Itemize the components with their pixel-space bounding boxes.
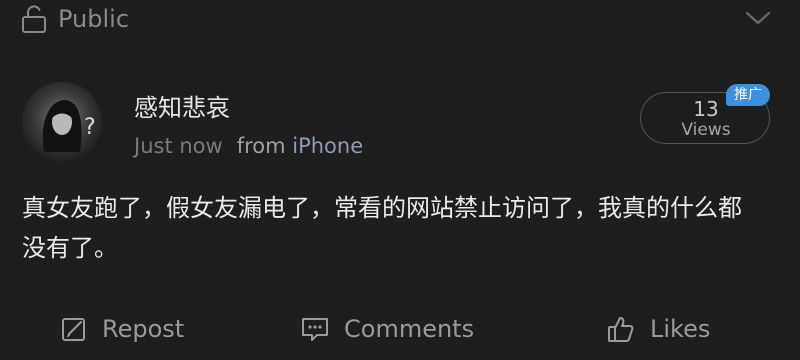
visibility-selector[interactable]: Public <box>20 2 129 36</box>
repost-label: Repost <box>102 315 185 343</box>
comments-label: Comments <box>344 315 475 343</box>
views-label: Views <box>681 120 731 140</box>
post-source: from iPhone <box>237 134 363 158</box>
source-prefix: from <box>236 134 286 158</box>
action-bar: Repost Comments Likes <box>0 308 800 350</box>
post-meta: Just now from iPhone <box>134 134 363 158</box>
unlock-icon <box>20 4 48 34</box>
promote-badge[interactable]: 推广 <box>726 84 770 106</box>
chevron-down-icon <box>744 9 772 27</box>
repost-button[interactable]: Repost <box>60 308 184 350</box>
likes-button[interactable]: Likes <box>606 308 710 350</box>
visibility-label: Public <box>58 5 130 33</box>
source-name[interactable]: iPhone <box>292 134 363 158</box>
author-name[interactable]: 感知悲哀 <box>134 88 230 123</box>
post-time: Just now <box>134 134 223 158</box>
comment-icon <box>300 315 330 343</box>
repost-icon <box>60 315 88 343</box>
likes-label: Likes <box>650 315 711 343</box>
thumbs-up-icon <box>606 314 636 344</box>
post-content: 真女友跑了，假女友漏电了，常看的网站禁止访问了，我真的什么都没有了。 <box>22 194 742 262</box>
svg-text:?: ? <box>84 115 96 140</box>
comments-button[interactable]: Comments <box>300 308 474 350</box>
expand-button[interactable] <box>742 4 774 32</box>
avatar[interactable]: ? <box>22 82 102 162</box>
post-card: Public ? 感知悲哀 Just now from iPhone 13 Vi… <box>0 0 800 360</box>
